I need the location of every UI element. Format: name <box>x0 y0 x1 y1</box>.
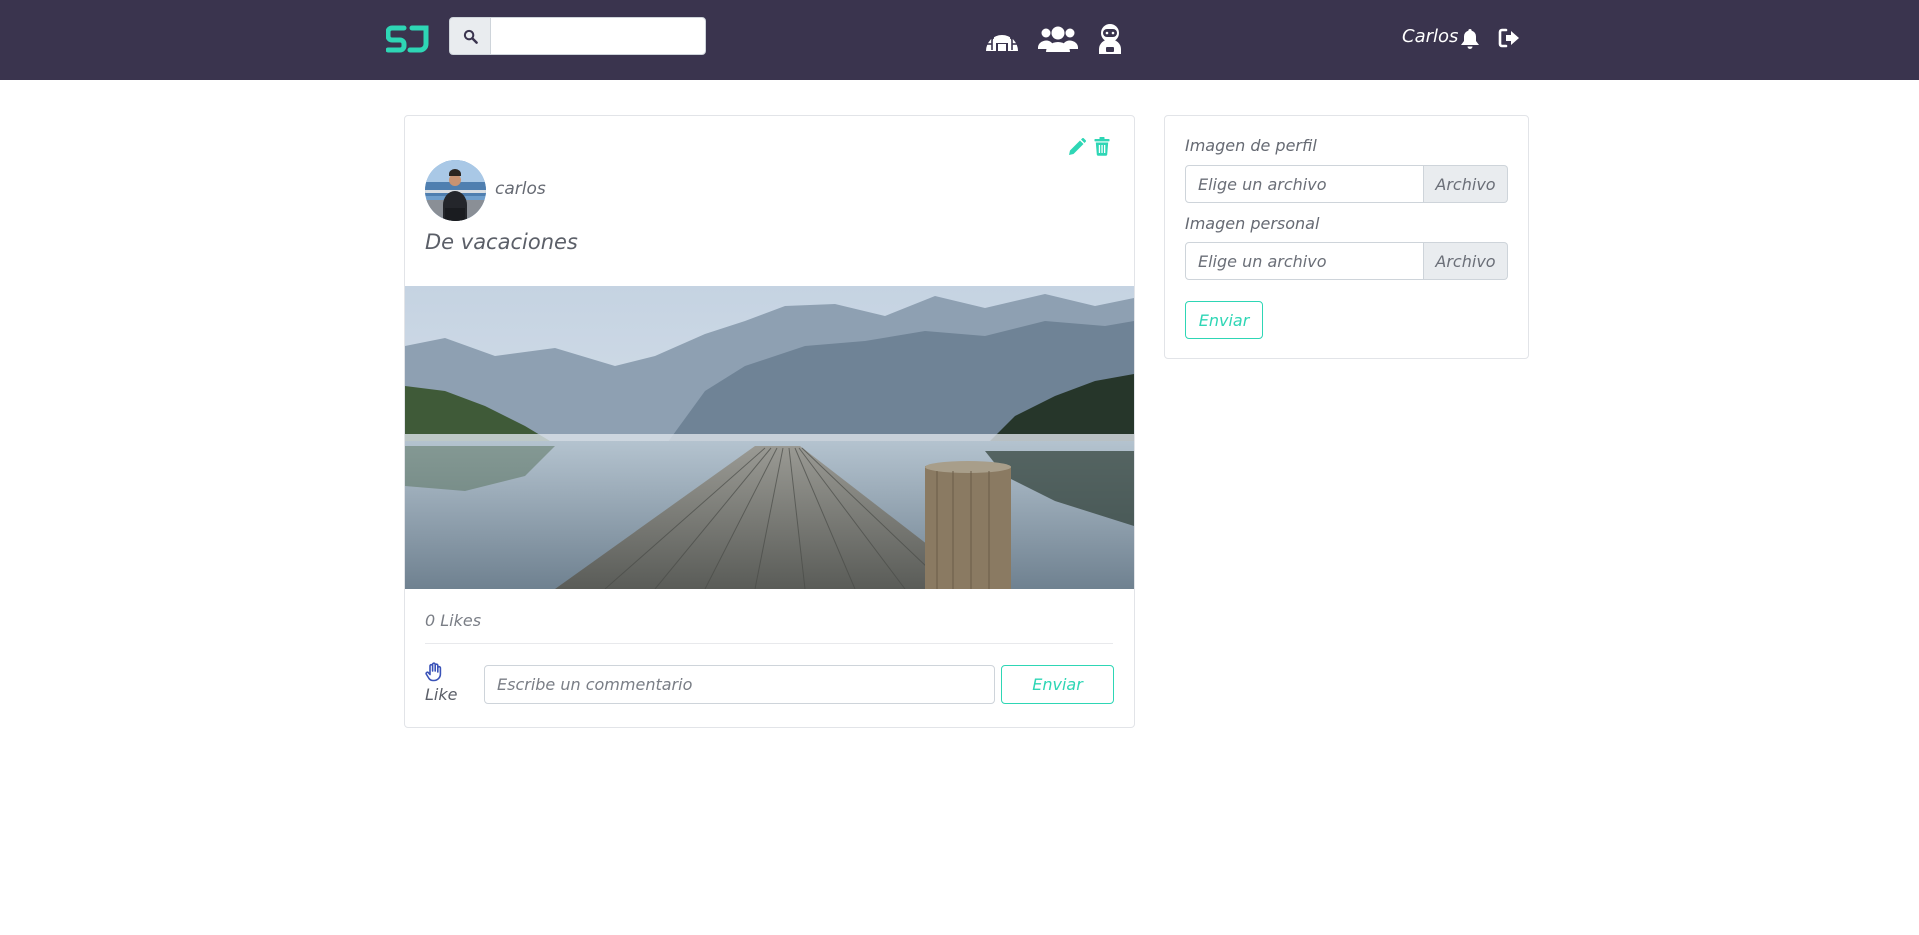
post-card: carlos De vacaciones 0 Likes Like Escrib… <box>404 115 1135 728</box>
comment-send-button[interactable]: Enviar <box>1001 665 1114 704</box>
user-astronaut-icon[interactable] <box>1096 22 1124 56</box>
post-author[interactable]: carlos <box>495 179 546 199</box>
personal-image-choose-field[interactable]: Elige un archivo <box>1185 242 1424 280</box>
personal-image-file-input[interactable]: Elige un archivo Archivo <box>1185 242 1508 280</box>
post-divider <box>425 643 1113 644</box>
nav-user-name[interactable]: Carlos <box>1402 26 1458 47</box>
profile-image-browse-button[interactable]: Archivo <box>1424 165 1508 203</box>
comment-input[interactable] <box>484 665 995 704</box>
profile-image-form: Imagen de perfil Elige un archivo Archiv… <box>1164 115 1529 359</box>
search-button[interactable] <box>449 17 491 55</box>
profile-image-label: Imagen de perfil <box>1185 136 1317 155</box>
search-input[interactable] <box>490 17 706 55</box>
hand-paper-icon[interactable] <box>425 662 443 682</box>
like-button[interactable]: Like <box>425 685 457 704</box>
personal-image-label: Imagen personal <box>1185 214 1320 233</box>
top-navbar: Carlos <box>0 0 1919 80</box>
igloo-icon[interactable] <box>983 22 1021 56</box>
profile-send-button[interactable]: Enviar <box>1185 301 1263 339</box>
author-avatar[interactable] <box>425 160 486 221</box>
post-image[interactable] <box>405 286 1134 589</box>
post-text: De vacaciones <box>425 230 578 254</box>
profile-image-choose-field[interactable]: Elige un archivo <box>1185 165 1424 203</box>
sign-out-icon[interactable] <box>1498 28 1520 48</box>
profile-image-file-input[interactable]: Elige un archivo Archivo <box>1185 165 1508 203</box>
pencil-icon[interactable] <box>1068 138 1086 156</box>
bell-icon[interactable] <box>1460 28 1480 50</box>
trash-icon[interactable] <box>1094 137 1110 156</box>
sj-logo-icon[interactable] <box>386 24 430 54</box>
likes-count: 0 Likes <box>425 611 482 630</box>
search-icon <box>463 29 478 44</box>
users-icon[interactable] <box>1037 22 1079 56</box>
personal-image-browse-button[interactable]: Archivo <box>1424 242 1508 280</box>
